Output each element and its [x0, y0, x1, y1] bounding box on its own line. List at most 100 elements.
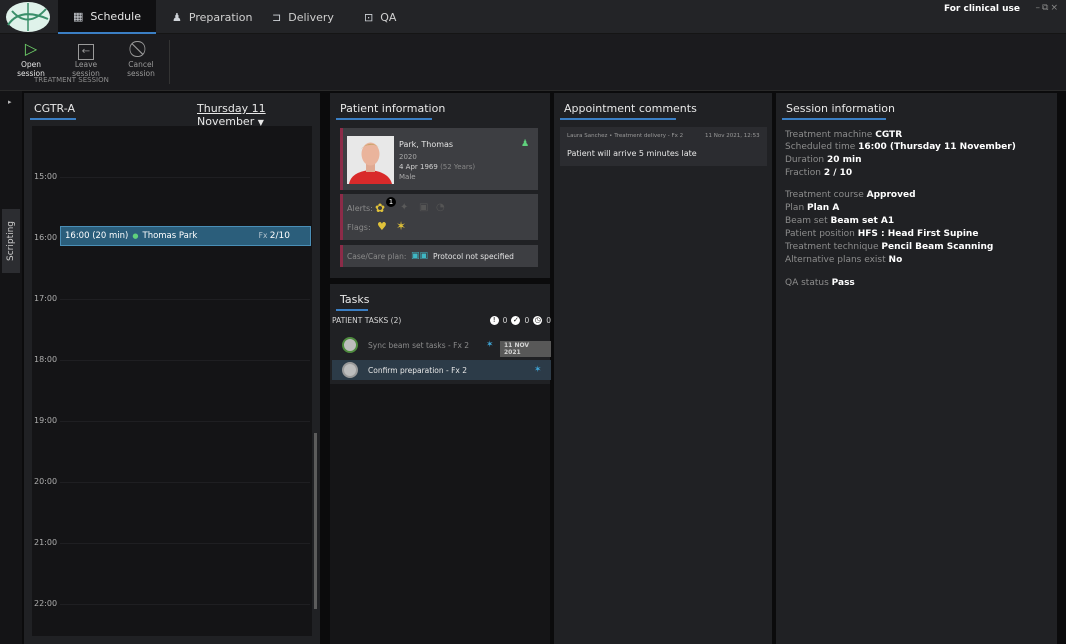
session-info-label: Plan	[785, 203, 805, 213]
patient-birth: 4 Apr 1969 (52 Years)	[399, 163, 476, 171]
appointment-block[interactable]: 16:00 (20 min) ● Thomas Park Fx 2/10	[60, 226, 311, 246]
machine-title: CGTR-A	[34, 102, 75, 115]
heart-flag-icon[interactable]: ♥	[377, 220, 387, 233]
alert-count-icon: !	[489, 316, 499, 325]
task-status-counts: ! 0 ✓ 0 ◷ 0	[489, 316, 551, 325]
session-info-label: Fraction	[785, 168, 821, 178]
session-info-row: Plan Plan A	[785, 203, 839, 213]
window-controls[interactable]: –⧉×	[1036, 3, 1060, 13]
task-label: Sync beam set tasks - Fx 2	[368, 340, 470, 350]
status-dot-icon: ●	[132, 232, 139, 240]
title-underline	[336, 309, 368, 311]
title-underline	[30, 118, 76, 120]
session-info-label: Scheduled time	[785, 142, 856, 152]
toolbar-separator	[169, 40, 170, 84]
appointment-patient: Thomas Park	[142, 231, 198, 241]
flags-label: Flags:	[347, 223, 371, 232]
tab-preparation[interactable]: ♟ Preparation	[172, 0, 252, 34]
appointment-time: 16:00 (20 min)	[65, 231, 129, 241]
schedule-scrollbar[interactable]	[314, 433, 317, 609]
clock-count-icon: ◷	[533, 316, 543, 325]
task-row[interactable]: Confirm preparation - Fx 2 ✶	[332, 360, 551, 380]
hour-label: 15:00	[34, 172, 58, 181]
calendar-icon: ▦	[73, 9, 84, 23]
session-info-row: Fraction 2 / 10	[785, 168, 852, 178]
hour-gridline	[60, 360, 310, 361]
comment-timestamp: 11 Nov 2021, 12:53	[705, 133, 760, 139]
hour-label: 22:00	[34, 599, 58, 608]
session-info-label: Alternative plans exist	[785, 255, 886, 265]
session-info-label: Treatment machine	[785, 130, 873, 140]
patient-name: Park, Thomas	[399, 140, 454, 149]
appointment-comments-panel: Appointment comments	[554, 93, 772, 644]
cancel-session-button[interactable]: ⃠ Cancel session	[114, 38, 168, 78]
session-info-label: Beam set	[785, 216, 828, 226]
alert-icon[interactable]: ✿	[375, 201, 385, 215]
beam-icon: ✶	[486, 340, 494, 350]
person-icon: ♟	[172, 10, 182, 24]
schedule-timeline[interactable]	[32, 126, 312, 636]
tab-qa[interactable]: ⊡ QA	[364, 0, 396, 34]
session-info-value: 20 min	[826, 155, 862, 165]
session-information-title: Session information	[786, 102, 895, 115]
leave-icon: ←	[60, 38, 112, 60]
tab-preparation-label: Preparation	[188, 10, 253, 24]
tab-schedule-label: Schedule	[90, 9, 141, 23]
session-info-value: 16:00 (Thursday 11 November)	[858, 142, 1016, 152]
patient-tasks-count: PATIENT TASKS (2)	[332, 316, 402, 325]
session-info-label: Treatment technique	[785, 242, 879, 252]
care-plan-label: Case/Care plan:	[347, 252, 407, 261]
delivery-icon: ⊐	[272, 10, 282, 24]
alert-count-badge: 1	[386, 197, 396, 207]
session-info-label: Duration	[785, 155, 825, 165]
comment-text: Patient will arrive 5 minutes late	[567, 149, 697, 158]
patient-id: 2020	[399, 153, 417, 161]
scripting-sidebar: ▸ Scripting	[0, 91, 22, 644]
hour-label: 18:00	[34, 355, 58, 364]
session-info-value: No	[888, 255, 903, 265]
title-underline	[560, 118, 676, 120]
session-info-row: Treatment machine CGTR	[785, 130, 902, 140]
task-row[interactable]: Sync beam set tasks - Fx 2 ✶ 11 NOV 2021	[332, 335, 551, 357]
session-info-value: CGTR	[875, 130, 903, 140]
session-info-row: QA status Pass	[785, 278, 855, 288]
cancel-icon: ⃠	[114, 38, 168, 60]
session-info-label: QA status	[785, 278, 829, 288]
qa-icon: ⊡	[364, 10, 374, 24]
hour-gridline	[60, 421, 310, 422]
hour-label: 19:00	[34, 416, 58, 425]
app-logo	[6, 2, 50, 32]
task-date-badge: 11 NOV 2021	[500, 341, 551, 357]
fall-risk-flag-icon[interactable]: ✶	[396, 219, 406, 233]
schedule-date: Thursday 11 November	[197, 102, 266, 128]
check-count-icon: ✓	[511, 316, 521, 325]
clinical-use-label: For clinical use	[943, 4, 1020, 14]
session-info-row: Patient position HFS : Head First Supine	[785, 229, 978, 239]
play-icon: ▷	[24, 39, 38, 58]
tab-qa-label: QA	[380, 10, 397, 24]
task-status-icon	[342, 362, 358, 378]
appointment-comments-title: Appointment comments	[564, 102, 697, 115]
tab-delivery[interactable]: ⊐ Delivery	[272, 0, 334, 34]
expand-arrow-icon[interactable]: ▸	[8, 98, 12, 106]
session-info-value: HFS : Head First Supine	[857, 229, 979, 239]
open-session-button[interactable]: ▷ Open session	[6, 38, 56, 78]
clock-icon: ◔	[436, 202, 445, 213]
session-info-label: Patient position	[785, 229, 855, 239]
close-icon[interactable]: ×	[1050, 3, 1060, 13]
session-info-label: Treatment course	[785, 190, 864, 200]
tab-schedule[interactable]: ▦ Schedule	[58, 0, 156, 34]
tasks-title: Tasks	[340, 293, 370, 306]
top-navigation-bar: ▦ Schedule ♟ Preparation ⊐ Delivery ⊡ QA…	[0, 0, 1066, 34]
schedule-date-picker[interactable]: Thursday 11 November ▼	[197, 102, 320, 128]
hour-label: 17:00	[34, 294, 58, 303]
beam-icon: ✶	[534, 365, 542, 375]
tasks-header: PATIENT TASKS (2) ! 0 ✓ 0 ◷ 0	[332, 316, 551, 325]
scripting-tab[interactable]: Scripting	[2, 209, 20, 273]
comment-card[interactable]: Laura Sanchez • Treatment delivery - Fx …	[560, 127, 767, 166]
hour-label: 16:00	[34, 233, 58, 242]
leave-session-button[interactable]: ← Leave session	[60, 38, 112, 78]
hour-gridline	[60, 299, 310, 300]
toolbar-group-label: TREATMENT SESSION	[34, 76, 109, 84]
task-label: Confirm preparation - Fx 2	[368, 365, 468, 375]
